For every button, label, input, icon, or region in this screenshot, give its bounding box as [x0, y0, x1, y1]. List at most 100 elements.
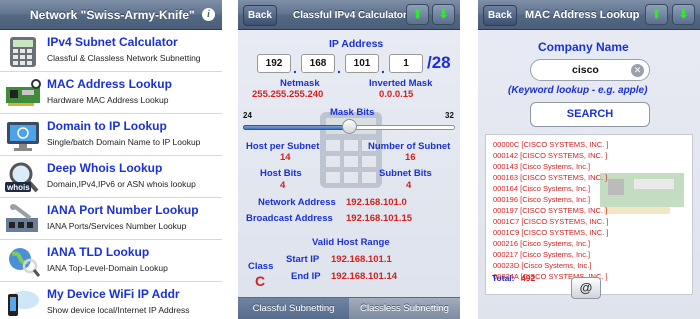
arrow-down-button[interactable]: ⬇ [432, 4, 455, 25]
mask-bits-slider[interactable] [243, 119, 455, 134]
list-item[interactable]: 000197 [CISCO SYSTEMS, INC. ] [493, 206, 607, 215]
ip-address-label: IP Address [329, 38, 384, 50]
slider-thumb[interactable] [342, 119, 357, 134]
list-item[interactable]: 0001C7 [CISCO SYSTEMS, INC. ] [493, 217, 608, 226]
menu-item-title: MAC Address Lookup [47, 77, 172, 91]
host-bits-value: 4 [280, 180, 286, 191]
class-value: C [255, 273, 266, 289]
search-hint: (Keyword lookup - e.g. apple) [508, 85, 648, 96]
tab-classful-subnetting[interactable]: Classful Subnetting [238, 298, 349, 319]
list-item[interactable]: 000143 [Cisco Systems, Inc.] [493, 162, 590, 171]
ipv4-calculator-screen: Back Classful IPv4 Calculator ⬆ ⬇ IP Add… [238, 0, 460, 319]
menu-item-title: IANA Port Number Lookup [47, 203, 199, 217]
whois-magnifier-icon: whois [5, 162, 39, 193]
back-button[interactable]: Back [483, 5, 517, 26]
menu-item-subtitle: Hardware MAC Address Lookup [47, 95, 169, 105]
back-button[interactable]: Back [243, 5, 277, 26]
netmask-value: 255.255.255.240 [252, 89, 324, 100]
ip-octet-2-input[interactable]: 168 [301, 54, 335, 73]
menu-item-domain-to-ip-lookup[interactable]: Domain to IP Lookup Single/batch Domain … [0, 115, 222, 156]
menu-item-subtitle: IANA Top-Level-Domain Lookup [47, 263, 168, 273]
inverted-mask-value: 0.0.0.15 [379, 89, 414, 100]
menu-item-mac-address-lookup[interactable]: MAC Address Lookup Hardware MAC Address … [0, 73, 222, 114]
menu-item-subtitle: IANA Ports/Services Number Lookup [47, 221, 187, 231]
main-menu-screen: Network "Swiss-Army-Knife" i IPv4 Subnet… [0, 0, 222, 319]
menu-item-ipv4-subnet-calculator[interactable]: IPv4 Subnet Calculator Classful & Classl… [0, 31, 222, 72]
ports-wrench-icon [6, 204, 38, 232]
domain-monitor-icon [7, 122, 39, 151]
menu-item-subtitle: Show device local/Internet IP Address [47, 305, 190, 315]
navigation-bar: Network "Swiss-Army-Knife" i [0, 0, 222, 30]
menu-item-title: My Device WiFi IP Addr [47, 287, 180, 301]
calculator-icon [10, 37, 36, 67]
total-value: 492 [521, 273, 536, 283]
list-item[interactable]: 000217 [Cisco Systems, Inc.] [493, 250, 590, 259]
menu-item-subtitle: Single/batch Domain Name to IP Lookup [47, 137, 201, 147]
arrow-up-button[interactable]: ⬆ [645, 4, 668, 25]
nav-title: MAC Address Lookup [525, 9, 640, 21]
svg-text:whois: whois [6, 183, 30, 192]
menu-item-title: Domain to IP Lookup [47, 119, 167, 133]
menu-item-title: IPv4 Subnet Calculator [47, 35, 178, 49]
arrow-up-button[interactable]: ⬆ [406, 4, 429, 25]
class-label: Class [248, 261, 274, 272]
slider-min-label: 24 [243, 111, 252, 120]
device-cloud-icon [8, 291, 39, 316]
menu-item-title: IANA TLD Lookup [47, 245, 150, 259]
clear-icon[interactable]: ✕ [631, 64, 644, 77]
list-item[interactable]: 000163 [CISCO SYSTEMS, INC. ] [493, 173, 607, 182]
menu-item-title: Deep Whois Lookup [47, 161, 163, 175]
ip-octet-1-input[interactable]: 192 [257, 54, 291, 73]
host-bits-label: Host Bits [260, 168, 302, 179]
menu-item-my-device-wifi-ip[interactable]: My Device WiFi IP Addr Show device local… [0, 283, 222, 319]
ip-octet-3-input[interactable]: 101 [345, 54, 379, 73]
start-ip-value: 192.168.101.1 [331, 254, 392, 265]
info-icon[interactable]: i [202, 8, 215, 21]
list-item[interactable]: 00023D [Cisco Systems, Inc.] [493, 261, 591, 270]
email-results-button[interactable]: @ [571, 277, 601, 299]
ip-octet-4-input[interactable]: 1 [389, 54, 423, 73]
hosts-per-subnet-value: 14 [280, 152, 291, 163]
search-input-value: cisco [572, 64, 599, 76]
slider-fill [243, 125, 349, 130]
inverted-mask-label: Inverted Mask [369, 78, 433, 89]
network-address-value: 192.168.101.0 [346, 197, 407, 208]
broadcast-address-label: Broadcast Address [246, 213, 333, 224]
network-card-watermark-icon [600, 173, 684, 214]
prefix-length: /28 [427, 53, 451, 72]
tab-classless-subnetting[interactable]: Classless Subnetting [349, 298, 460, 319]
company-search-input[interactable]: cisco ✕ [530, 59, 650, 81]
list-item[interactable]: 00000C [CISCO SYSTEMS, INC. ] [493, 140, 608, 149]
slider-max-label: 32 [445, 111, 454, 120]
search-button[interactable]: SEARCH [530, 102, 650, 127]
navigation-bar: Back Classful IPv4 Calculator ⬆ ⬇ [238, 0, 460, 30]
list-item[interactable]: 0001C9 [CISCO SYSTEMS, INC. ] [493, 228, 608, 237]
menu-item-deep-whois-lookup[interactable]: whois Deep Whois Lookup Domain,IPv4,IPv6… [0, 157, 222, 198]
list-item[interactable]: 000196 [Cisco Systems, Inc.] [493, 195, 590, 204]
netmask-label: Netmask [280, 78, 320, 89]
menu-item-iana-port-number-lookup[interactable]: IANA Port Number Lookup IANA Ports/Servi… [0, 199, 222, 240]
end-ip-value: 192.168.101.14 [331, 271, 398, 282]
list-item[interactable]: 000142 [CISCO SYSTEMS, INC. ] [493, 151, 607, 160]
segmented-tab-bar: Classful Subnetting Classless Subnetting [238, 297, 460, 319]
nav-title: Classful IPv4 Calculator [293, 10, 407, 21]
network-address-label: Network Address [258, 197, 336, 208]
nav-title: Network "Swiss-Army-Knife" [30, 8, 195, 22]
hosts-per-subnet-label: Host per Subnet [246, 141, 320, 152]
list-item[interactable]: 000164 [Cisco Systems, Inc.] [493, 184, 590, 193]
valid-host-range-label: Valid Host Range [312, 237, 390, 248]
globe-search-icon [9, 248, 41, 277]
octet-separator: . [293, 60, 297, 76]
menu-item-iana-tld-lookup[interactable]: IANA TLD Lookup IANA Top-Level-Domain Lo… [0, 241, 222, 282]
total-label: Total: [492, 273, 515, 283]
at-sign-icon: @ [579, 280, 593, 295]
arrow-down-button[interactable]: ⬇ [672, 4, 695, 25]
menu-item-subtitle: Domain,IPv4,IPv6 or ASN whois lookup [47, 179, 196, 189]
number-of-subnet-label: Number of Subnet [368, 141, 451, 152]
broadcast-address-value: 192.168.101.15 [346, 213, 413, 224]
octet-separator: . [381, 60, 385, 76]
network-card-icon [6, 79, 41, 106]
list-item[interactable]: 000216 [Cisco Systems, Inc.] [493, 239, 590, 248]
navigation-bar: Back MAC Address Lookup ⬆ ⬇ [478, 0, 700, 30]
octet-separator: . [337, 60, 341, 76]
